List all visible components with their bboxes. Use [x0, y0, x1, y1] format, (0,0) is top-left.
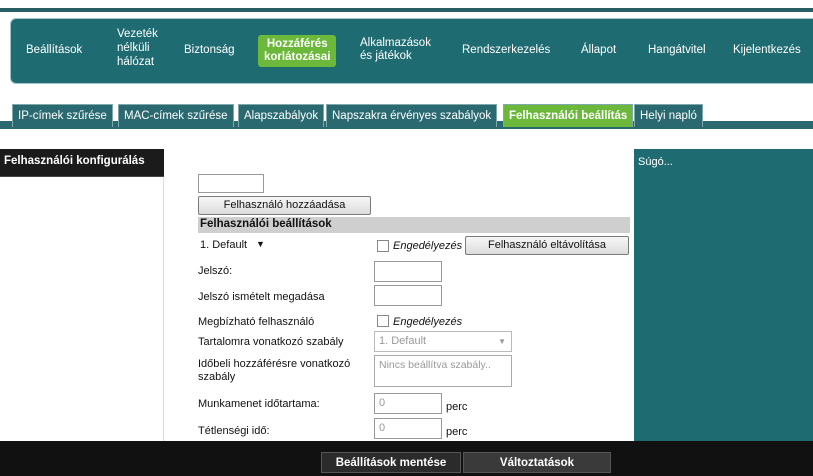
time-rule-placeholder: Nincs beállítva szabály..	[379, 359, 491, 371]
nav-item-logout[interactable]: Kijelentkezés	[733, 44, 801, 57]
nav-item-access-restrictions[interactable]: Hozzáférés korlátozásai	[258, 35, 337, 67]
help-footer	[634, 441, 813, 476]
session-duration-unit: perc	[446, 401, 468, 413]
password-label: Jelszó:	[198, 265, 233, 277]
sidebar-footer	[0, 441, 164, 476]
nav-item-security[interactable]: Biztonság	[184, 44, 235, 57]
content-top-spacer	[164, 137, 634, 149]
password-repeat-label: Jelszó ismételt megadása	[198, 291, 325, 303]
tab-mac-filter[interactable]: MAC-címek szűrése	[118, 104, 234, 127]
trusted-user-label: Megbízható felhasználó	[198, 316, 315, 328]
sidebar-body	[0, 178, 164, 441]
help-panel: Súgó...	[634, 149, 813, 441]
session-duration-label: Munkamenet időtartama:	[198, 398, 320, 410]
nav-item-wireless[interactable]: Vezeték nélküli hálózat	[117, 27, 158, 69]
trusted-enable-label: Engedélyezés	[393, 316, 463, 328]
top-accent-line	[0, 8, 813, 12]
domain-rule-select[interactable]: 1. Default ▼	[374, 331, 512, 352]
chevron-down-icon: ▼	[498, 337, 506, 346]
session-duration-value: 0	[379, 397, 386, 409]
user-settings-header: Felhasználói beállítások	[198, 217, 630, 233]
time-rule-list[interactable]: Nincs beállítva szabály..	[374, 355, 512, 387]
time-rule-label: Időbeli hozzáférésre vonatkozó szabály	[198, 358, 351, 383]
chevron-down-icon: ▼	[256, 239, 265, 249]
user-select-value: 1. Default	[200, 239, 248, 251]
nav-item-administration[interactable]: Rendszerkezelés	[462, 44, 550, 57]
tab-local-log[interactable]: Helyi napló	[634, 104, 703, 127]
nav-item-setup[interactable]: Beállítások	[26, 44, 82, 57]
password-input[interactable]	[374, 261, 442, 282]
domain-rule-label: Tartalomra vonatkozó szabály	[198, 336, 344, 348]
new-user-input[interactable]	[198, 174, 264, 193]
domain-rule-value: 1. Default	[379, 335, 427, 347]
help-link[interactable]: Súgó...	[638, 156, 673, 168]
nav-item-status[interactable]: Állapot	[581, 44, 616, 57]
remove-user-button[interactable]: Felhasználó eltávolítása	[465, 236, 629, 255]
tab-ip-filter[interactable]: IP-címek szűrése	[12, 104, 113, 127]
sidebar-header: Felhasználói konfigurálás	[0, 149, 164, 177]
session-duration-input[interactable]: 0	[374, 393, 442, 414]
user-select[interactable]: 1. Default ▼	[198, 237, 265, 253]
idle-time-unit: perc	[446, 426, 468, 438]
idle-time-input[interactable]: 0	[374, 418, 442, 439]
user-settings-title: Felhasználói beállítások	[200, 218, 332, 230]
enable-user-label: Engedélyezés	[393, 240, 463, 252]
sidebar-title: Felhasználói konfigurálás	[4, 155, 145, 167]
password-repeat-input[interactable]	[374, 285, 442, 306]
idle-time-value: 0	[379, 422, 386, 434]
tab-basic-rules[interactable]: Alapszabályok	[238, 104, 325, 127]
left-sidebar: Felhasználói konfigurálás	[0, 137, 164, 476]
nav-item-applications-gaming[interactable]: Alkalmazások és játékok	[360, 37, 431, 63]
cancel-changes-button[interactable]: Változtatások visszavonása	[463, 452, 611, 473]
tab-user-setup[interactable]: Felhasználói beállítás	[503, 104, 634, 127]
add-user-button[interactable]: Felhasználó hozzáadása	[198, 196, 371, 215]
nav-item-voice[interactable]: Hangátvitel	[648, 44, 706, 57]
top-navigation: Beállítások Vezeték nélküli hálózat Bizt…	[0, 0, 813, 95]
enable-user-checkbox[interactable]	[377, 240, 389, 252]
tab-time-rules[interactable]: Napszakra érvényes szabályok	[326, 104, 498, 127]
trusted-user-checkbox[interactable]	[377, 315, 389, 327]
idle-time-label: Tétlenségi idő:	[198, 425, 270, 437]
save-settings-button[interactable]: Beállítások mentése	[321, 452, 461, 473]
help-column: Súgó...	[634, 137, 813, 476]
